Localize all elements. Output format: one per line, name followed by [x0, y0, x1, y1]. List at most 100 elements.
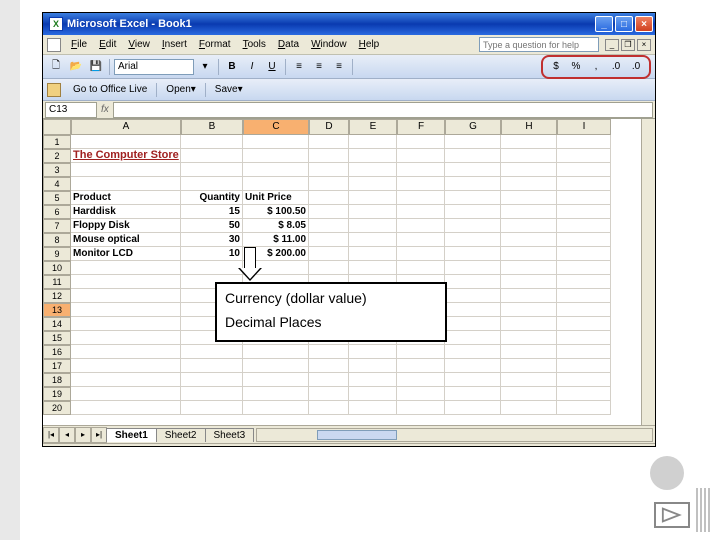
cell[interactable] [557, 401, 611, 415]
cell[interactable] [349, 233, 397, 247]
doc-restore-button[interactable]: ❐ [621, 39, 635, 51]
cell[interactable] [445, 331, 501, 345]
select-all-corner[interactable] [43, 119, 71, 135]
cell[interactable]: Floppy Disk [71, 219, 181, 233]
column-header[interactable]: D [309, 119, 349, 135]
cell[interactable] [397, 387, 445, 401]
cell[interactable] [445, 303, 501, 317]
cell[interactable] [397, 149, 445, 163]
row-header[interactable]: 15 [43, 331, 71, 345]
cell[interactable] [309, 247, 349, 261]
tab-nav-last[interactable]: ▸| [91, 427, 107, 443]
cell[interactable] [557, 275, 611, 289]
cell[interactable] [445, 233, 501, 247]
row-header[interactable]: 16 [43, 345, 71, 359]
sheet-tab-3[interactable]: Sheet3 [205, 428, 255, 442]
cell[interactable] [445, 261, 501, 275]
cell[interactable] [445, 289, 501, 303]
cell[interactable] [445, 387, 501, 401]
tab-nav-next[interactable]: ▸ [75, 427, 91, 443]
cell[interactable] [181, 359, 243, 373]
cell[interactable] [397, 135, 445, 149]
align-left-button[interactable]: ≡ [290, 58, 308, 76]
row-header[interactable]: 3 [43, 163, 71, 177]
cell[interactable] [397, 261, 445, 275]
column-header[interactable]: C [243, 119, 309, 135]
cell[interactable] [181, 345, 243, 359]
cell[interactable] [557, 135, 611, 149]
cell[interactable] [349, 387, 397, 401]
cell[interactable] [349, 359, 397, 373]
cell[interactable] [501, 387, 557, 401]
cell[interactable] [309, 387, 349, 401]
cell[interactable]: Mouse optical [71, 233, 181, 247]
cell[interactable] [557, 317, 611, 331]
row-header[interactable]: 19 [43, 387, 71, 401]
cell[interactable] [71, 163, 181, 177]
cell[interactable] [181, 177, 243, 191]
menu-tools[interactable]: Tools [237, 37, 272, 52]
cell[interactable] [349, 373, 397, 387]
cell[interactable] [71, 359, 181, 373]
cell[interactable] [501, 359, 557, 373]
cell[interactable] [397, 247, 445, 261]
cell[interactable] [501, 191, 557, 205]
cell[interactable] [309, 205, 349, 219]
cell[interactable] [557, 359, 611, 373]
cell[interactable] [181, 135, 243, 149]
tab-nav-first[interactable]: |◂ [43, 427, 59, 443]
doc-close-button[interactable]: × [637, 39, 651, 51]
save-dropdown[interactable]: Save ▾ [209, 82, 249, 98]
cell[interactable] [397, 219, 445, 233]
new-icon[interactable]: 🗋 [47, 58, 65, 76]
cell[interactable] [397, 163, 445, 177]
cell[interactable] [557, 191, 611, 205]
cell[interactable] [501, 233, 557, 247]
menu-view[interactable]: View [122, 37, 156, 52]
cell[interactable] [309, 135, 349, 149]
cell[interactable] [557, 219, 611, 233]
column-header[interactable]: F [397, 119, 445, 135]
row-header[interactable]: 18 [43, 373, 71, 387]
cell[interactable] [349, 191, 397, 205]
cell[interactable] [501, 261, 557, 275]
menu-insert[interactable]: Insert [156, 37, 193, 52]
cell[interactable] [309, 401, 349, 415]
cell[interactable]: Monitor LCD [71, 247, 181, 261]
row-header[interactable]: 11 [43, 275, 71, 289]
cell[interactable] [557, 149, 611, 163]
cell[interactable] [71, 401, 181, 415]
cell[interactable]: 30 [181, 233, 243, 247]
column-header[interactable]: G [445, 119, 501, 135]
cell[interactable] [349, 345, 397, 359]
column-header[interactable]: A [71, 119, 181, 135]
save-icon[interactable]: 💾 [87, 58, 105, 76]
open-dropdown[interactable]: Open ▾ [160, 82, 202, 98]
cell[interactable] [309, 359, 349, 373]
cell[interactable] [501, 163, 557, 177]
cell[interactable] [445, 135, 501, 149]
cell[interactable] [181, 401, 243, 415]
cell[interactable] [501, 345, 557, 359]
cell[interactable] [349, 261, 397, 275]
cell[interactable] [445, 359, 501, 373]
cells-area[interactable]: The Computer StoreProductQuantityUnit Pr… [71, 135, 611, 415]
cell[interactable] [557, 345, 611, 359]
column-header[interactable]: B [181, 119, 243, 135]
row-header[interactable]: 8 [43, 233, 71, 247]
cell[interactable] [501, 331, 557, 345]
cell[interactable] [397, 177, 445, 191]
column-header[interactable]: H [501, 119, 557, 135]
cell[interactable] [445, 191, 501, 205]
cell[interactable] [309, 345, 349, 359]
cell[interactable] [397, 401, 445, 415]
sheet-tab-2[interactable]: Sheet2 [156, 428, 206, 442]
cell[interactable] [243, 163, 309, 177]
cell[interactable] [243, 149, 309, 163]
menu-help[interactable]: Help [353, 37, 386, 52]
cell[interactable] [397, 233, 445, 247]
row-header[interactable]: 12 [43, 289, 71, 303]
row-header[interactable]: 6 [43, 205, 71, 219]
italic-button[interactable]: I [243, 58, 261, 76]
cell[interactable] [349, 163, 397, 177]
